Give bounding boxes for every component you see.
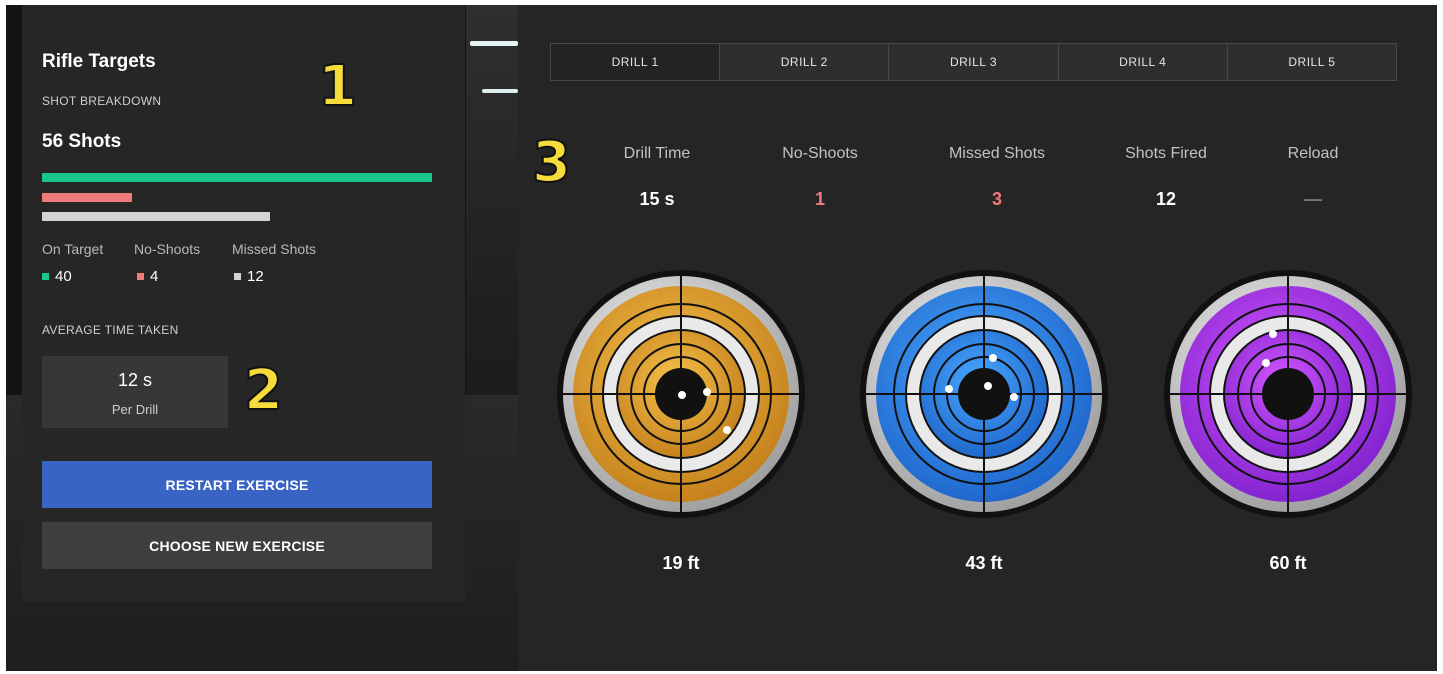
shot-hole [678, 391, 686, 399]
total-shots: 56 Shots [42, 131, 122, 152]
stat-value: 1 [814, 189, 825, 209]
shot-hole [703, 388, 711, 396]
stat-value: 15 s [639, 189, 675, 209]
missed-shots-bar [42, 212, 270, 221]
legend-label-missed-shots: Missed Shots [232, 241, 317, 257]
panel-title: Rifle Targets [42, 51, 156, 72]
avg-time-card: 12 s Per Drill [42, 356, 228, 428]
annotation-marker-3: 3 [531, 130, 572, 195]
stat-no-shoots: No-Shoots 1 [735, 145, 905, 210]
tab-drill-3[interactable]: DRILL 3 [888, 43, 1059, 81]
annotation-marker-1: 1 [317, 54, 358, 119]
avg-time-unit: Per Drill [111, 402, 159, 417]
stat-reload: Reload — [1228, 145, 1398, 210]
summary-panel: Rifle Targets SHOT BREAKDOWN 56 Shots On… [22, 5, 465, 602]
shot-hole [945, 385, 953, 393]
section-label: SHOT BREAKDOWN [42, 94, 162, 108]
ceiling-light [482, 89, 518, 93]
drill-panel: DRILL 1 DRILL 2 DRILL 3 DRILL 4 DRILL 5 … [518, 5, 1437, 671]
stat-label: Missed Shots [948, 145, 1046, 162]
stat-drill-time: Drill Time 15 s [572, 145, 742, 210]
avg-time-label: AVERAGE TIME TAKEN [42, 323, 179, 337]
shot-hole [989, 354, 997, 362]
ceiling-light [470, 41, 518, 46]
on-target-bar [42, 173, 432, 182]
target-gold [557, 270, 805, 518]
shot-hole [723, 426, 731, 434]
legend-label-no-shoots: No-Shoots [134, 241, 201, 257]
stat-label: Shots Fired [1125, 145, 1207, 162]
tab-drill-5[interactable]: DRILL 5 [1226, 43, 1398, 81]
legend-value-missed-shots: 12 [234, 268, 264, 285]
shot-hole [1010, 393, 1018, 401]
tab-drill-1[interactable]: DRILL 1 [550, 43, 721, 81]
stat-label: Drill Time [623, 145, 691, 162]
legend-value-no-shoots: 4 [137, 268, 158, 285]
target-blue [860, 270, 1108, 518]
shot-hole [1269, 330, 1277, 338]
stat-value: 3 [991, 189, 1002, 209]
stat-label: No-Shoots [782, 145, 858, 162]
shot-hole [984, 382, 992, 390]
legend-value-on-target: 40 [42, 268, 72, 285]
target-purple [1164, 270, 1412, 518]
drill-tabs: DRILL 1 DRILL 2 DRILL 3 DRILL 4 DRILL 5 [550, 43, 1398, 81]
app-screen: Rifle Targets SHOT BREAKDOWN 56 Shots On… [6, 5, 1437, 671]
restart-exercise-button[interactable]: RESTART EXERCISE [42, 461, 432, 508]
red-square-icon [137, 273, 144, 280]
stat-shots-fired: Shots Fired 12 [1081, 145, 1251, 210]
stat-label: Reload [1287, 145, 1339, 162]
no-shoots-bar [42, 193, 132, 202]
avg-time-value: 12 s [117, 370, 153, 390]
stat-missed-shots: Missed Shots 3 [912, 145, 1082, 210]
legend-label-on-target: On Target [42, 241, 104, 257]
annotation-marker-2: 2 [243, 358, 284, 423]
shot-hole [1262, 359, 1270, 367]
grey-square-icon [234, 273, 241, 280]
green-square-icon [42, 273, 49, 280]
tab-drill-2[interactable]: DRILL 2 [719, 43, 890, 81]
target-distance-gold: 19 ft [662, 553, 700, 573]
choose-new-exercise-button[interactable]: CHOOSE NEW EXERCISE [42, 522, 432, 569]
stat-value: 12 [1155, 189, 1177, 209]
target-distance-blue: 43 ft [965, 553, 1003, 573]
background-wall [466, 5, 526, 405]
target-distance-purple: 60 ft [1269, 553, 1307, 573]
tab-drill-4[interactable]: DRILL 4 [1057, 43, 1228, 81]
stat-value: — [1304, 189, 1322, 209]
